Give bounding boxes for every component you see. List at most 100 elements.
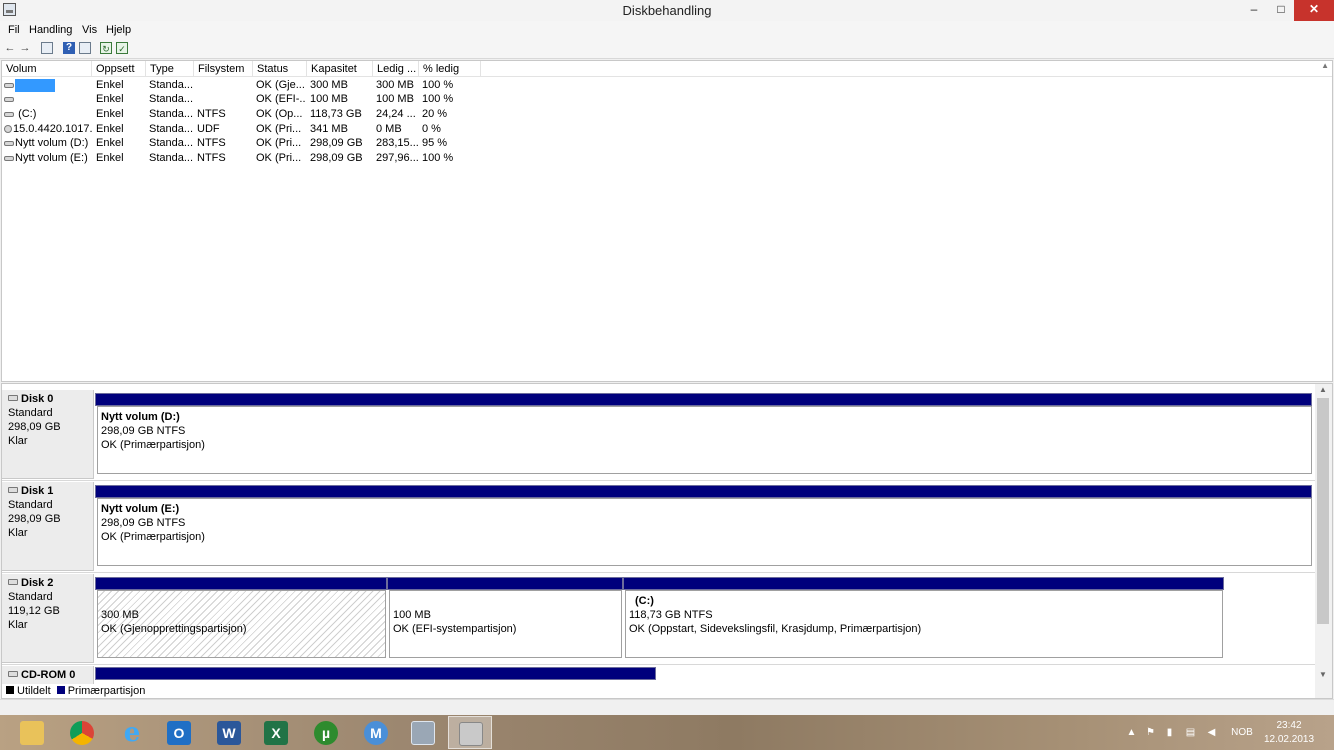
menu-help[interactable]: Hjelp xyxy=(106,24,131,36)
taskbar-disk-management[interactable] xyxy=(448,716,492,749)
table-row[interactable]: (C:) Enkel Standa... NTFS OK (Op... 118,… xyxy=(2,107,1332,121)
column-filesystem[interactable]: Filsystem xyxy=(194,61,253,77)
partition-efi[interactable]: 100 MB OK (EFI-systempartisjon) xyxy=(389,590,622,658)
percent-free-cell: 95 % xyxy=(422,137,448,149)
layout-cell: Enkel xyxy=(96,93,124,105)
partition-c[interactable]: (C:) 118,73 GB NTFS OK (Oppstart, Sideve… xyxy=(625,590,1223,658)
volume-cell: (C:) xyxy=(4,107,92,121)
taskbar-calculator[interactable] xyxy=(401,716,445,749)
table-row[interactable]: Enkel Standa... OK (EFI-... 100 MB 100 M… xyxy=(2,92,1332,106)
disk-panel-scrollbar[interactable]: ▲ ▼ xyxy=(1315,384,1332,698)
refresh-icon[interactable]: ↻ xyxy=(100,42,112,54)
forward-arrow-icon[interactable]: → xyxy=(19,42,31,54)
capacity-cell: 300 MB xyxy=(310,79,348,91)
taskbar-word[interactable]: W xyxy=(207,716,251,749)
free-cell: 100 MB xyxy=(376,93,414,105)
taskbar-utorrent[interactable]: µ xyxy=(304,716,348,749)
volume-cell: Nytt volum (D:) xyxy=(4,136,92,150)
partition-recovery[interactable]: 300 MB OK (Gjenopprettingspartisjon) xyxy=(97,590,386,658)
title-bar: Diskbehandling – □ ✕ xyxy=(0,0,1334,21)
power-icon[interactable]: ▮ xyxy=(1164,727,1175,738)
partition-band xyxy=(95,485,1312,498)
rescan-disks-icon[interactable]: ✓ xyxy=(116,42,128,54)
cd-drive-icon xyxy=(8,671,18,677)
selected-volume-highlight xyxy=(15,78,55,92)
column-free[interactable]: Ledig ... xyxy=(373,61,419,77)
partition-e[interactable]: Nytt volum (E:) 298,09 GB NTFS OK (Primæ… xyxy=(97,498,1312,566)
maximize-button[interactable]: □ xyxy=(1268,0,1294,21)
taskbar: e O W X µ M ▲ ⚑ ▮ ▤ ◀ NOB 23:42 12.02.20… xyxy=(0,715,1334,750)
legend: Utildelt Primærpartisjon xyxy=(2,684,1312,698)
column-percent-free[interactable]: % ledig xyxy=(419,61,481,77)
disk-0-label[interactable]: Disk 0 Standard 298,09 GB Klar xyxy=(2,390,94,479)
minimize-button[interactable]: – xyxy=(1240,0,1268,21)
toolbar: ← → ? ↻ ✓ xyxy=(0,39,1334,59)
cd-rom-0-label[interactable]: CD-ROM 0 xyxy=(2,666,94,686)
percent-free-cell: 100 % xyxy=(422,79,454,91)
type-cell: Standa... xyxy=(149,79,193,91)
column-layout[interactable]: Oppsett xyxy=(92,61,146,77)
column-status[interactable]: Status xyxy=(253,61,307,77)
calculator-icon xyxy=(411,721,435,745)
back-arrow-icon[interactable]: ← xyxy=(4,42,16,54)
taskbar-excel[interactable]: X xyxy=(254,716,298,749)
menu-action[interactable]: Handling xyxy=(29,24,72,36)
hard-disk-icon xyxy=(8,395,18,401)
column-capacity[interactable]: Kapasitet xyxy=(307,61,373,77)
status-cell: OK (Pri... xyxy=(256,137,302,149)
close-button[interactable]: ✕ xyxy=(1294,0,1334,21)
scroll-up-icon[interactable]: ▲ xyxy=(1319,385,1327,394)
action-center-flag-icon[interactable]: ⚑ xyxy=(1145,727,1156,738)
menu-bar: Fil Handling Vis Hjelp xyxy=(0,21,1334,39)
partition-band xyxy=(95,393,1312,406)
network-icon[interactable]: ▤ xyxy=(1185,727,1196,738)
menu-file[interactable]: Fil xyxy=(8,24,20,36)
disk-2-label[interactable]: Disk 2 Standard 119,12 GB Klar xyxy=(2,574,94,663)
scroll-down-icon[interactable]: ▼ xyxy=(1319,670,1327,679)
volume-list-header: Volum Oppsett Type Filsystem Status Kapa… xyxy=(2,61,1332,77)
list-scrollbar[interactable]: ▲ xyxy=(1315,61,1332,381)
type-cell: Standa... xyxy=(149,137,193,149)
list-view-icon[interactable] xyxy=(79,42,91,54)
excel-icon: X xyxy=(264,721,288,745)
table-row[interactable]: Nytt volum (D:) Enkel Standa... NTFS OK … xyxy=(2,136,1332,150)
filesystem-cell: UDF xyxy=(197,123,220,135)
partition-band xyxy=(387,577,623,590)
partition-band xyxy=(623,577,1224,590)
input-language[interactable]: NOB xyxy=(1229,727,1255,738)
column-type[interactable]: Type xyxy=(146,61,194,77)
taskbar-maxthon[interactable]: M xyxy=(354,716,398,749)
disk-1-label[interactable]: Disk 1 Standard 298,09 GB Klar xyxy=(2,482,94,571)
scroll-thumb[interactable] xyxy=(1317,398,1329,624)
show-hidden-icons-icon[interactable]: ▲ xyxy=(1126,727,1137,738)
taskbar-chrome[interactable] xyxy=(60,716,104,749)
clock[interactable]: 23:42 12.02.2013 xyxy=(1258,719,1320,747)
taskbar-internet-explorer[interactable]: e xyxy=(110,716,154,749)
layout-cell: Enkel xyxy=(96,79,124,91)
taskbar-outlook[interactable]: O xyxy=(157,716,201,749)
partition-band xyxy=(95,667,656,680)
type-cell: Standa... xyxy=(149,93,193,105)
scroll-up-icon[interactable]: ▲ xyxy=(1321,61,1329,70)
help-icon[interactable]: ? xyxy=(63,42,75,54)
divider xyxy=(2,572,1316,573)
table-row[interactable]: Nytt volum (E:) Enkel Standa... NTFS OK … xyxy=(2,151,1332,165)
clock-time: 23:42 xyxy=(1276,720,1302,731)
percent-free-cell: 100 % xyxy=(422,93,454,105)
partition-d[interactable]: Nytt volum (D:) 298,09 GB NTFS OK (Primæ… xyxy=(97,406,1312,474)
menu-view[interactable]: Vis xyxy=(82,24,97,36)
table-row[interactable]: Enkel Standa... OK (Gje... 300 MB 300 MB… xyxy=(2,78,1332,92)
percent-free-cell: 100 % xyxy=(422,152,454,164)
layout-cell: Enkel xyxy=(96,137,124,149)
status-cell: OK (Gje... xyxy=(256,79,305,91)
volume-cell xyxy=(4,78,92,92)
volume-icon[interactable]: ◀ xyxy=(1206,727,1217,738)
status-cell: OK (Op... xyxy=(256,108,303,120)
console-tree-icon[interactable] xyxy=(41,42,53,54)
table-row[interactable]: 15.0.4420.1017... Enkel Standa... UDF OK… xyxy=(2,122,1332,136)
column-volume[interactable]: Volum xyxy=(2,61,92,77)
drive-icon xyxy=(4,82,14,88)
drive-icon xyxy=(4,96,14,102)
taskbar-file-explorer[interactable] xyxy=(10,716,54,749)
layout-cell: Enkel xyxy=(96,108,124,120)
